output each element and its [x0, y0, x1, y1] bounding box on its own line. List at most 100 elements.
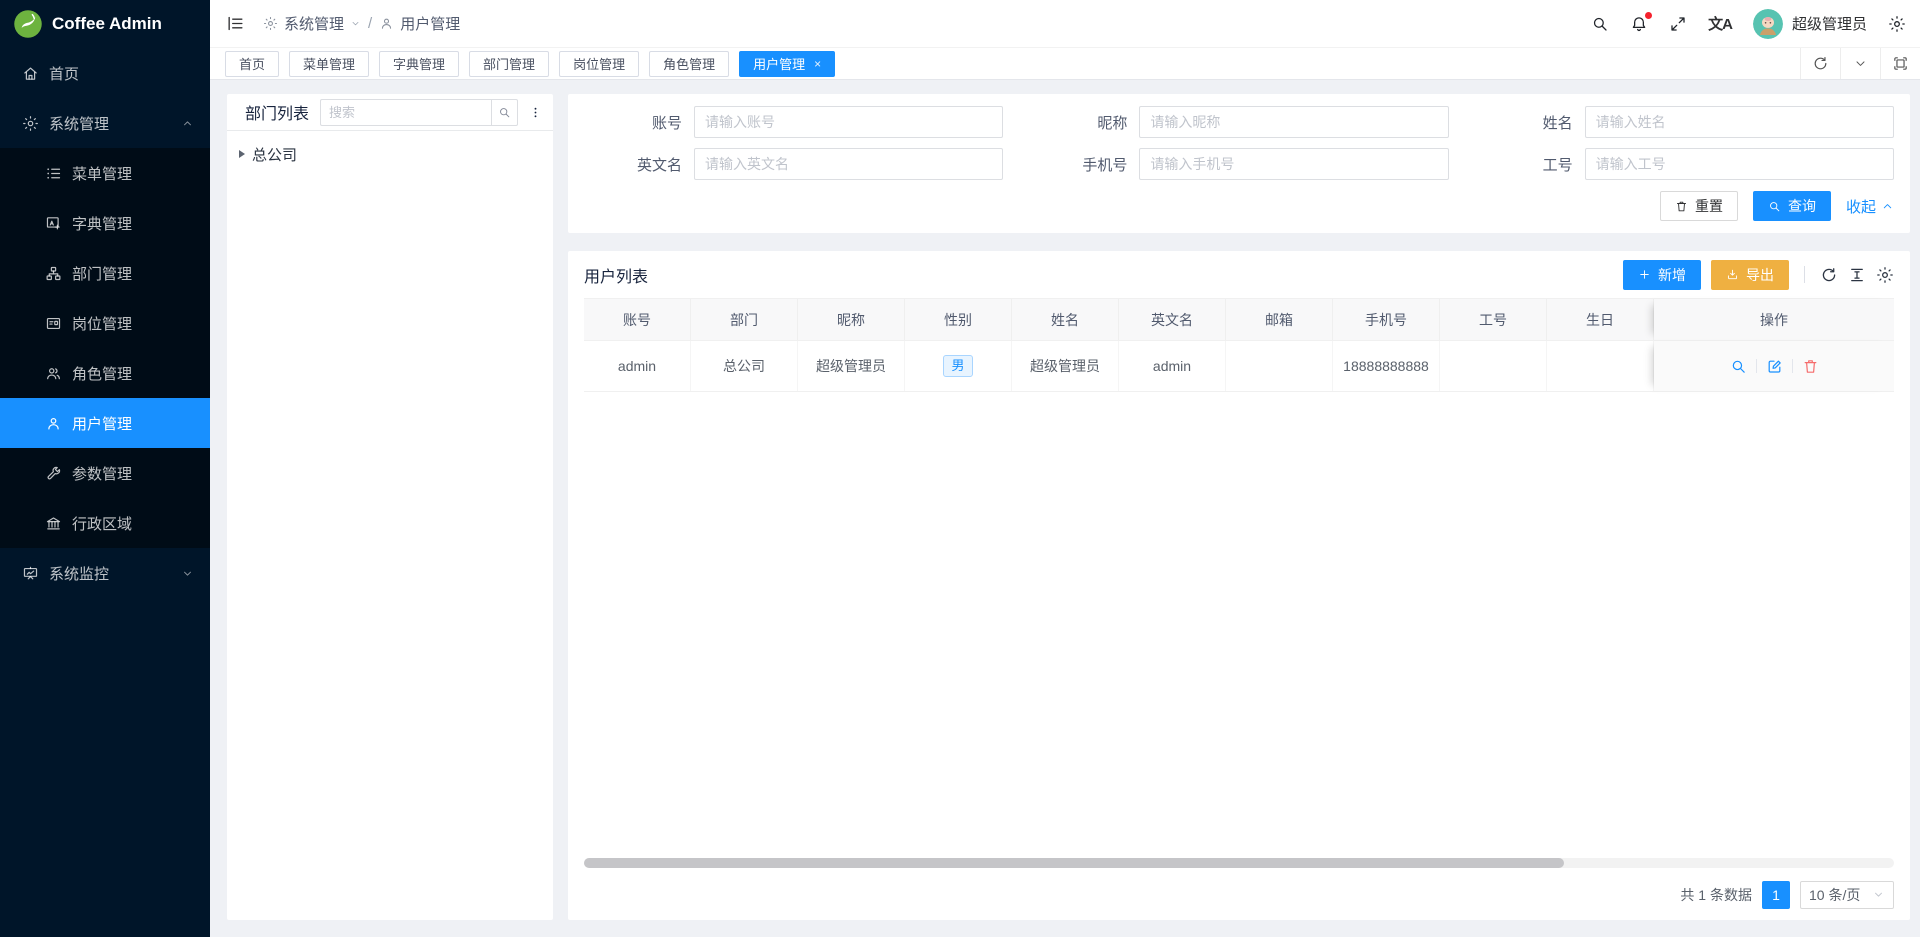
breadcrumb-section[interactable]: 系统管理	[263, 13, 361, 34]
sidebar-item-system-monitor[interactable]: 系统监控	[0, 548, 210, 598]
page-1-button[interactable]: 1	[1762, 881, 1790, 909]
user-icon	[45, 415, 62, 432]
refresh-table-button[interactable]	[1820, 266, 1838, 284]
page-content: 部门列表 总公司	[210, 80, 1920, 937]
caret-right-icon[interactable]	[239, 150, 245, 158]
department-panel-header: 部门列表	[227, 94, 553, 131]
sidebar-item-params-management[interactable]: 参数管理	[0, 448, 210, 498]
sidebar-item-menu-management[interactable]: 菜单管理	[0, 148, 210, 198]
view-row-button[interactable]	[1730, 358, 1747, 375]
department-panel-title: 部门列表	[245, 100, 309, 124]
horizontal-scrollbar-thumb[interactable]	[584, 858, 1564, 868]
reset-button[interactable]: 重置	[1660, 191, 1738, 221]
department-search-input[interactable]	[320, 99, 491, 126]
field-label: 手机号	[1029, 154, 1139, 175]
form-item-name: 姓名	[1475, 106, 1894, 138]
delete-row-button[interactable]	[1802, 358, 1819, 375]
sidebar-collapse-button[interactable]	[226, 14, 245, 33]
breadcrumb-page-label: 用户管理	[400, 13, 460, 34]
gear-icon	[22, 115, 39, 132]
leaf-logo-icon	[13, 9, 43, 39]
translate-button[interactable]: 文A	[1708, 13, 1732, 34]
app-logo[interactable]: Coffee Admin	[0, 0, 210, 48]
menu-list-icon	[45, 165, 62, 182]
tab-menu-management[interactable]: 菜单管理	[289, 51, 369, 77]
sidebar-item-admin-region[interactable]: 行政区域	[0, 498, 210, 548]
horizontal-scrollbar-track[interactable]	[584, 858, 1894, 868]
column-header: 手机号	[1333, 299, 1440, 340]
pagination-total: 共 1 条数据	[1680, 885, 1752, 905]
page-size-select[interactable]: 10 条/页	[1800, 881, 1894, 909]
close-icon[interactable]: ×	[814, 57, 821, 71]
row-height-icon	[1848, 266, 1866, 284]
tab-role-management[interactable]: 角色管理	[649, 51, 729, 77]
sidebar-item-post-management[interactable]: 岗位管理	[0, 298, 210, 348]
english-name-input[interactable]	[694, 148, 1003, 180]
global-search-button[interactable]	[1591, 15, 1609, 33]
chevron-up-icon	[181, 117, 194, 130]
department-more-button[interactable]	[527, 106, 543, 119]
account-input[interactable]	[694, 106, 1003, 138]
right-column: 账号 昵称 姓名 英文名	[568, 94, 1910, 920]
fullscreen-button[interactable]	[1669, 15, 1687, 33]
refresh-tab-button[interactable]	[1800, 48, 1840, 79]
cell-gender: 男	[905, 341, 1012, 391]
sidebar-item-home[interactable]: 首页	[0, 48, 210, 98]
table-row[interactable]: admin 总公司 超级管理员 男 超级管理员 admin 1888888888…	[584, 340, 1894, 392]
column-settings-button[interactable]	[1876, 266, 1894, 284]
sidebar-item-department-management[interactable]: 部门管理	[0, 248, 210, 298]
edit-row-button[interactable]	[1766, 358, 1783, 375]
breadcrumb-page: 用户管理	[379, 13, 460, 34]
divider	[1756, 359, 1757, 373]
work-number-input[interactable]	[1585, 148, 1894, 180]
sidebar-item-dictionary-management[interactable]: 字典管理	[0, 198, 210, 248]
gear-icon	[1888, 15, 1906, 33]
row-density-button[interactable]	[1848, 266, 1866, 284]
sidebar-item-label: 用户管理	[72, 413, 132, 434]
phone-input[interactable]	[1139, 148, 1448, 180]
user-menu[interactable]: 超级管理员	[1753, 9, 1867, 39]
nickname-input[interactable]	[1139, 106, 1448, 138]
search-icon	[1730, 358, 1747, 375]
tabs-dropdown-button[interactable]	[1840, 48, 1880, 79]
sidebar-item-label: 岗位管理	[72, 313, 132, 334]
settings-button[interactable]	[1888, 15, 1906, 33]
content-fullscreen-button[interactable]	[1880, 48, 1920, 79]
export-button[interactable]: 导出	[1711, 260, 1789, 290]
notifications-button[interactable]	[1630, 15, 1648, 33]
collapse-form-link[interactable]: 收起	[1846, 196, 1894, 217]
form-item-work-number: 工号	[1475, 148, 1894, 180]
tab-dictionary-management[interactable]: 字典管理	[379, 51, 459, 77]
column-header: 部门	[691, 299, 798, 340]
column-header: 姓名	[1012, 299, 1119, 340]
sidebar-item-role-management[interactable]: 角色管理	[0, 348, 210, 398]
tab-home[interactable]: 首页	[225, 51, 279, 77]
navbar-actions: 文A 超级管理员	[1591, 9, 1906, 39]
department-search-button[interactable]	[491, 99, 518, 126]
sidebar-item-label: 系统监控	[49, 563, 109, 584]
refresh-icon	[1812, 55, 1829, 72]
cell-actions	[1654, 341, 1894, 391]
reset-label: 重置	[1695, 196, 1723, 216]
department-icon	[45, 265, 62, 282]
tree-node-root[interactable]: 总公司	[239, 140, 541, 168]
add-user-button[interactable]: 新增	[1623, 260, 1701, 290]
gear-icon	[263, 16, 278, 31]
tab-user-management[interactable]: 用户管理 ×	[739, 51, 835, 77]
name-input[interactable]	[1585, 106, 1894, 138]
sidebar-item-user-management[interactable]: 用户管理	[0, 398, 210, 448]
sidebar-item-label: 菜单管理	[72, 163, 132, 184]
trash-icon	[1675, 200, 1688, 213]
sidebar-item-system-management[interactable]: 系统管理	[0, 98, 210, 148]
user-icon	[379, 16, 394, 31]
cell-english-name: admin	[1119, 341, 1226, 391]
tab-post-management[interactable]: 岗位管理	[559, 51, 639, 77]
sidebar-item-label: 角色管理	[72, 363, 132, 384]
tab-department-management[interactable]: 部门管理	[469, 51, 549, 77]
trash-icon	[1802, 358, 1819, 375]
cell-name: 超级管理员	[1012, 341, 1119, 391]
column-header: 账号	[584, 299, 691, 340]
query-button[interactable]: 查询	[1753, 191, 1831, 221]
role-icon	[45, 365, 62, 382]
sidebar-item-label: 系统管理	[49, 113, 109, 134]
